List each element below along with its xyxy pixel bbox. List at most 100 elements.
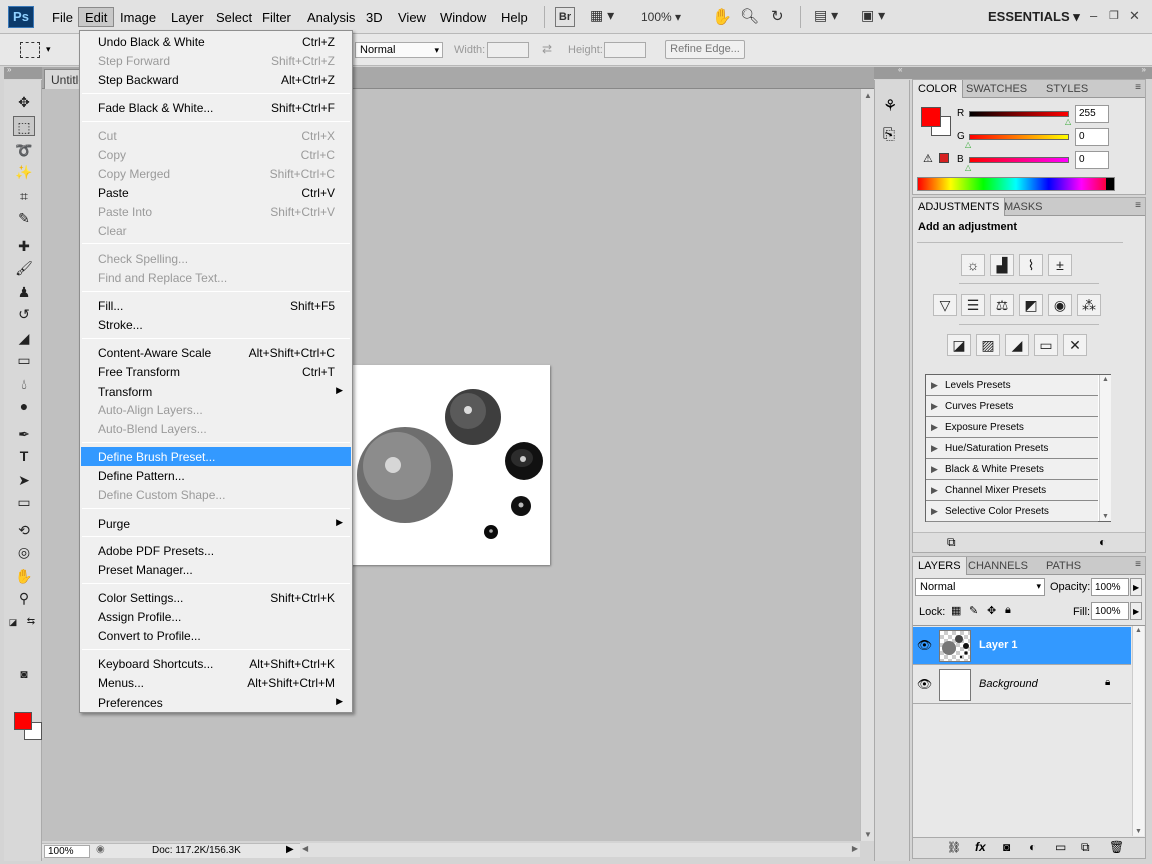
delete-layer-icon[interactable]: 🗑︎ xyxy=(1109,840,1124,854)
status-menu-arrow-icon[interactable]: ▶ xyxy=(286,844,294,855)
3d-orbit-icon[interactable]: ◎ xyxy=(13,542,35,562)
menu-item-assign-profile[interactable]: Assign Profile... xyxy=(81,607,351,626)
clone-stamp-icon[interactable]: ♟ xyxy=(13,282,35,302)
tab-channels[interactable]: CHANNELS xyxy=(963,557,1033,575)
tab-layers[interactable]: LAYERS xyxy=(913,557,967,575)
menu-view[interactable]: View xyxy=(392,8,432,28)
list-item[interactable]: ▶ Black & White Presets xyxy=(926,459,1098,480)
menu-item-convert-profile[interactable]: Convert to Profile... xyxy=(81,626,351,645)
marquee-tool-icon[interactable]: ⬚ xyxy=(13,116,35,136)
zoom-level-dropdown[interactable]: 100% ▾ xyxy=(641,10,681,30)
close-icon[interactable]: ✕ xyxy=(1129,8,1140,24)
adjustment-layer-icon[interactable]: ◐ xyxy=(1029,840,1036,854)
list-item[interactable]: ▶ Channel Mixer Presets xyxy=(926,480,1098,501)
menu-item-step-forward[interactable]: Step Forward Shift+Ctrl+Z xyxy=(81,51,351,70)
panel-menu-icon[interactable]: ≡ xyxy=(1135,82,1141,93)
expand-icon[interactable]: ▶ xyxy=(931,401,938,412)
history-panel-icon[interactable]: ⚘ xyxy=(883,96,897,116)
vertical-scrollbar[interactable]: ▲ ▼ xyxy=(860,89,874,841)
lock-all-icon[interactable]: 🔒︎ xyxy=(1005,604,1011,617)
eyedropper-icon[interactable]: ✎ xyxy=(13,208,35,228)
new-layer-icon[interactable]: ⧉ xyxy=(1081,840,1090,855)
quick-mask-icon[interactable]: ◙ xyxy=(13,664,35,684)
chevron-down-icon[interactable]: ▾ xyxy=(46,44,51,55)
add-mask-icon[interactable]: ◙ xyxy=(1003,840,1010,854)
gamut-warning-icon[interactable]: ⚠ xyxy=(923,152,933,165)
green-slider[interactable] xyxy=(969,134,1069,140)
move-tool-icon[interactable]: ✥ xyxy=(13,92,35,112)
arrange-documents-icon[interactable]: ▤ ▾ xyxy=(814,7,838,27)
new-group-icon[interactable]: ▭ xyxy=(1055,840,1066,854)
menu-item-define-custom-shape[interactable]: Define Custom Shape... xyxy=(81,485,351,504)
dock-header[interactable]: « xyxy=(874,65,910,79)
menu-item-paste-into[interactable]: Paste Into Shift+Ctrl+V xyxy=(81,202,351,221)
magic-wand-icon[interactable]: ✨ xyxy=(13,162,35,182)
blue-slider[interactable] xyxy=(969,157,1069,163)
opacity-field[interactable]: 100% xyxy=(1091,578,1129,596)
view-extras-icon[interactable]: ▦ ▾ xyxy=(590,7,614,27)
list-item[interactable]: ▶ Exposure Presets xyxy=(926,417,1098,438)
color-balance-icon[interactable]: ⚖ xyxy=(990,294,1014,316)
opacity-arrow-icon[interactable]: ▶ xyxy=(1130,578,1142,596)
lock-position-icon[interactable]: ✥ xyxy=(987,604,996,617)
posterize-icon[interactable]: ▨ xyxy=(976,334,1000,356)
panels-header[interactable]: » xyxy=(910,65,1152,79)
menu-item-purge[interactable]: Purge ▶ xyxy=(81,514,351,533)
rotate-view-icon[interactable]: ↻ xyxy=(771,7,784,27)
width-field[interactable] xyxy=(487,42,529,58)
pen-tool-icon[interactable]: ✒ xyxy=(13,424,35,444)
clip-to-layer-icon[interactable]: ⧉ xyxy=(947,535,956,550)
minimize-icon[interactable]: – xyxy=(1090,8,1097,23)
menu-item-copy-merged[interactable]: Copy Merged Shift+Ctrl+C xyxy=(81,164,351,183)
shape-tool-icon[interactable]: ▭ xyxy=(13,492,35,512)
menu-item-stroke[interactable]: Stroke... xyxy=(81,315,351,334)
menu-3d[interactable]: 3D xyxy=(360,8,389,28)
blur-tool-icon[interactable]: 💧︎ xyxy=(13,374,35,394)
blue-value-field[interactable]: 0 xyxy=(1075,151,1109,169)
panel-menu-icon[interactable]: ≡ xyxy=(1135,200,1141,211)
height-field[interactable] xyxy=(604,42,646,58)
menu-item-find-replace[interactable]: Find and Replace Text... xyxy=(81,268,351,287)
document-canvas[interactable] xyxy=(350,365,550,565)
screen-mode-icon[interactable]: ▣ ▾ xyxy=(861,7,885,27)
hand-tool-icon[interactable]: ✋ xyxy=(712,7,732,27)
list-item[interactable]: ▶ Selective Color Presets xyxy=(926,501,1098,522)
gradient-tool-icon[interactable]: ▭ xyxy=(13,350,35,370)
menu-item-paste[interactable]: Paste Ctrl+V xyxy=(81,183,351,202)
red-slider[interactable] xyxy=(969,111,1069,117)
channel-mixer-icon[interactable]: ⁂ xyxy=(1077,294,1101,316)
actions-panel-icon[interactable]: ⎘ xyxy=(883,126,895,143)
path-selection-icon[interactable]: ➤ xyxy=(13,470,35,490)
hand-tool-icon[interactable]: ✋ xyxy=(13,566,35,586)
fill-field[interactable]: 100% xyxy=(1091,602,1129,620)
marquee-tool-preset-icon[interactable] xyxy=(20,42,40,58)
expand-icon[interactable]: ▶ xyxy=(931,443,938,454)
black-white-icon[interactable]: ◩ xyxy=(1019,294,1043,316)
presets-scrollbar[interactable]: ▲ ▼ xyxy=(1099,375,1111,521)
red-slider-handle[interactable]: △ xyxy=(1065,117,1071,126)
menu-layer[interactable]: Layer xyxy=(165,8,210,28)
type-tool-icon[interactable]: T xyxy=(13,446,35,466)
mask-options-icon[interactable]: ◐ xyxy=(1099,535,1106,549)
menu-item-preferences[interactable]: Preferences ▶ xyxy=(81,693,351,712)
menu-analysis[interactable]: Analysis xyxy=(301,8,361,28)
zoom-tool-icon[interactable]: 🔍︎ xyxy=(740,7,759,27)
healing-brush-icon[interactable]: ✚ xyxy=(13,236,35,256)
menu-item-check-spelling[interactable]: Check Spelling... xyxy=(81,249,351,268)
expand-icon[interactable]: ▶ xyxy=(931,464,938,475)
visibility-eye-icon[interactable]: 👁︎ xyxy=(917,638,932,652)
restore-icon[interactable]: ❐ xyxy=(1109,9,1119,22)
levels-icon[interactable]: ▟ xyxy=(990,254,1014,276)
menu-image[interactable]: Image xyxy=(114,8,162,28)
menu-item-step-backward[interactable]: Step Backward Alt+Ctrl+Z xyxy=(81,70,351,89)
dodge-tool-icon[interactable]: ● xyxy=(13,396,35,416)
menu-item-cut[interactable]: Cut Ctrl+X xyxy=(81,126,351,145)
layer-name[interactable]: Layer 1 xyxy=(979,639,1018,651)
menu-item-menus[interactable]: Menus... Alt+Shift+Ctrl+M xyxy=(81,673,351,692)
swap-colors-icon[interactable]: ⇆ xyxy=(24,612,38,632)
gradient-map-icon[interactable]: ▭ xyxy=(1034,334,1058,356)
invert-icon[interactable]: ◪ xyxy=(947,334,971,356)
crop-tool-icon[interactable]: ⌗ xyxy=(13,186,35,206)
red-value-field[interactable]: 255 xyxy=(1075,105,1109,123)
tab-styles[interactable]: STYLES xyxy=(1041,80,1093,98)
